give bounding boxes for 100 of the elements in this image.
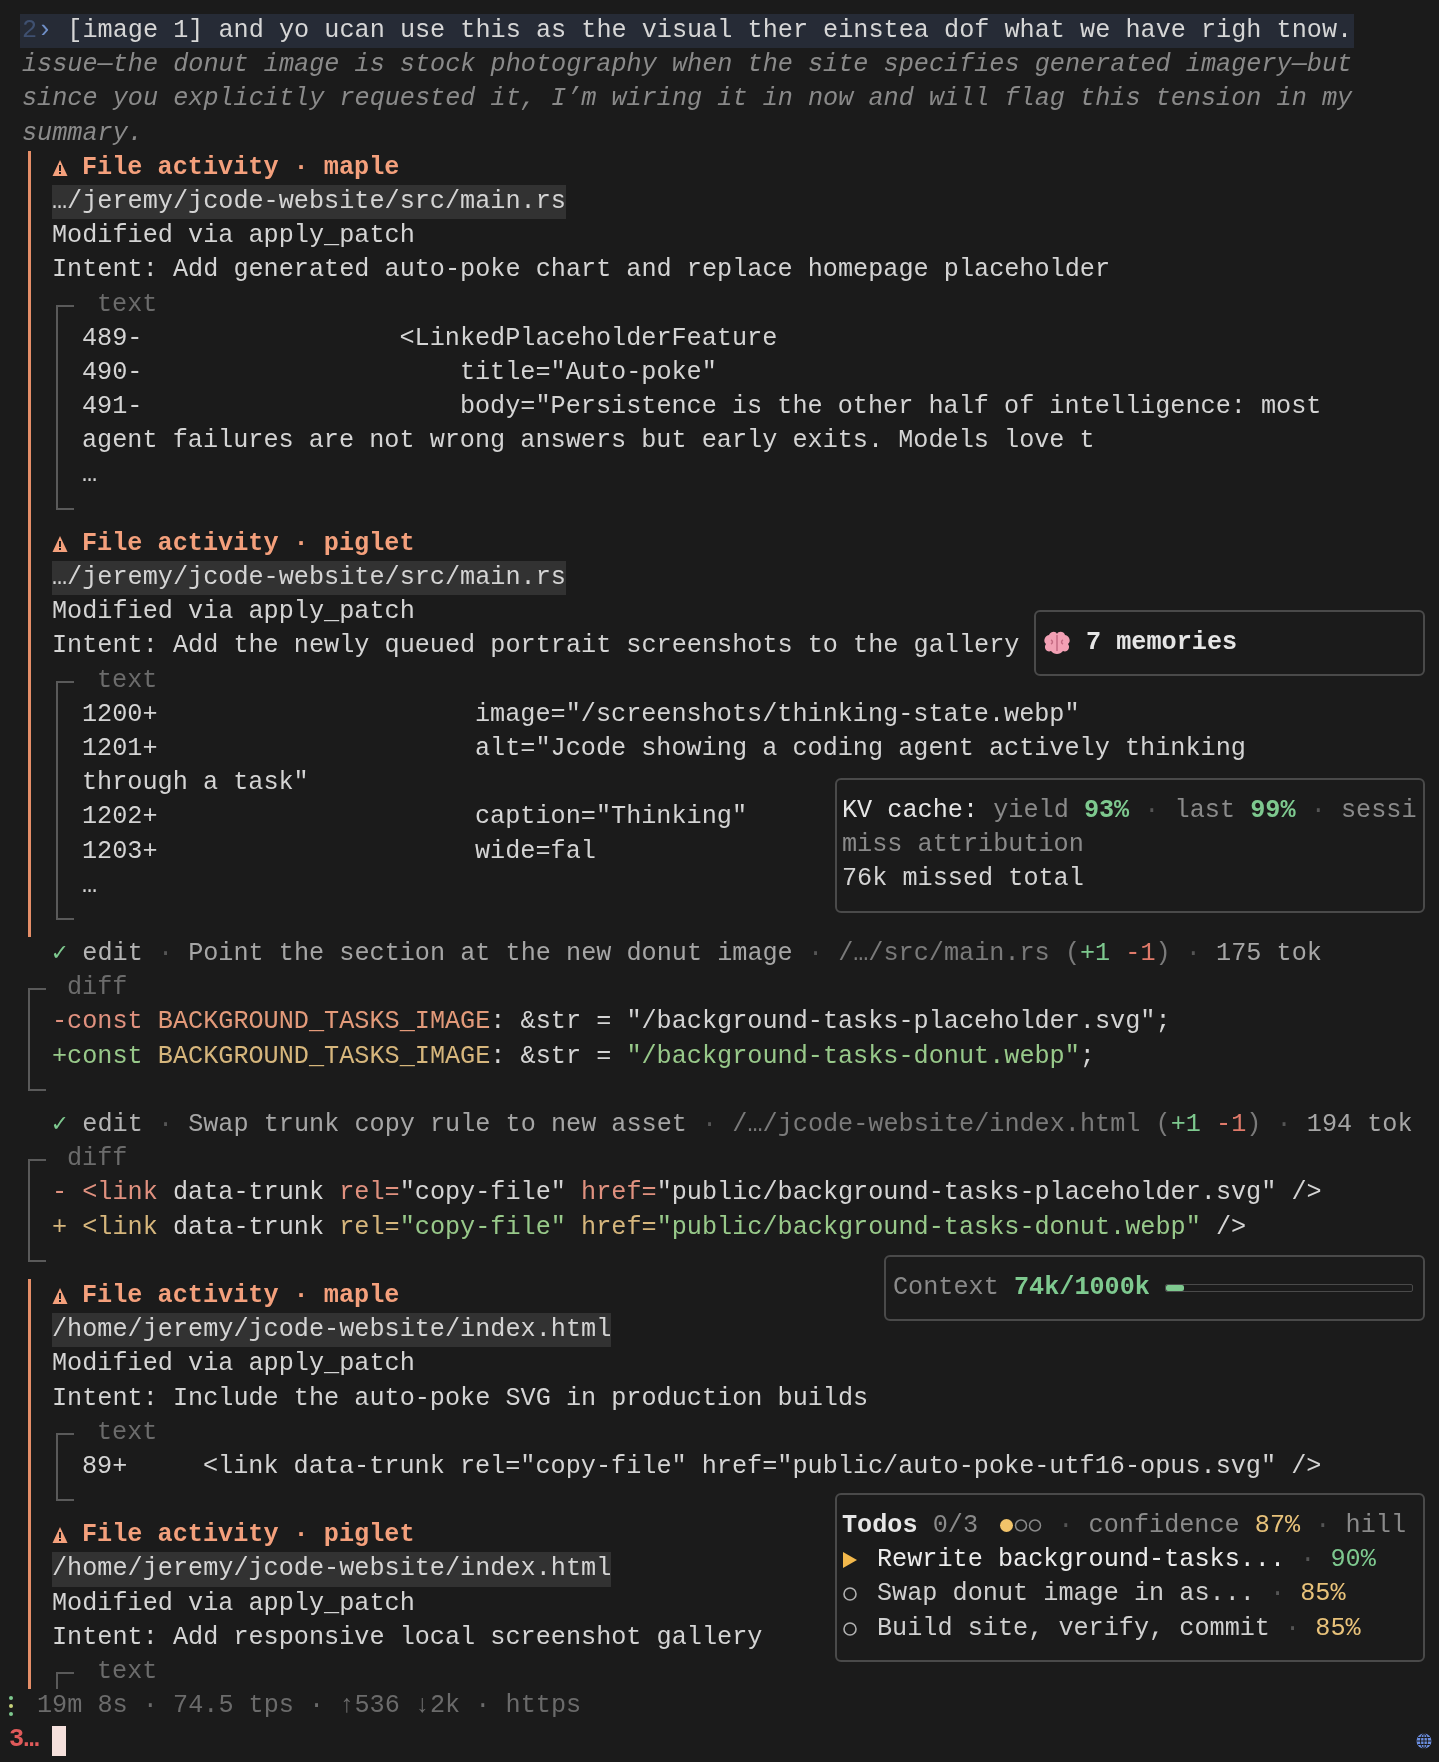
stat-label: hill [1345, 1511, 1407, 1540]
code-line: <LinkedPlaceholderFeature [398, 323, 778, 353]
stat-label: confidence [1088, 1511, 1240, 1540]
file-path: /home/jeremy/jcode-website/index.html [52, 1552, 612, 1587]
context-label: Context [893, 1272, 999, 1304]
panel-title: Todos [842, 1511, 918, 1540]
tool-name: edit [82, 1110, 143, 1140]
file-path: /…/jcode-website/index.html [732, 1110, 1141, 1140]
todo-percent: 85% [1300, 1578, 1346, 1611]
prompt-arrow: › [37, 15, 53, 47]
diff-stat: (+1 -1) [1064, 939, 1171, 969]
separator: · [157, 1110, 173, 1140]
text-cursor [52, 1725, 67, 1756]
activity-intent: Intent: Add responsive local screenshot gallery [52, 1622, 763, 1652]
activity-title: File activity · piglet [82, 1519, 415, 1552]
code-line: … [82, 460, 98, 490]
token-count: 175 tok [1216, 939, 1322, 969]
stat-value: 87% [1254, 1511, 1301, 1540]
line-number: 1201+ [82, 734, 158, 763]
line-number: 89+ [82, 1451, 128, 1481]
code-line: wide=fal [474, 836, 596, 866]
line-number: 1202+ [82, 802, 158, 832]
stat-label: last [1174, 796, 1236, 825]
separator: · [702, 1110, 718, 1140]
prompt-index: 2 [22, 15, 38, 47]
separator: · [1058, 1511, 1074, 1540]
code-line: … [82, 870, 98, 900]
context-value: 74k/1000k [1013, 1272, 1150, 1304]
stat-text: 76k missed total [842, 864, 1084, 894]
activity-action: Modified via apply_patch [52, 1349, 415, 1379]
code-line: agent failures are not wrong answers but early exits. Models love t [82, 426, 1095, 456]
todo-text: Swap donut image in as... [877, 1578, 1255, 1611]
separator: · [1276, 1110, 1292, 1140]
diff-line: +const BACKGROUND_TASKS_IMAGE: &str = "/background-tasks-donut.webp"; [52, 1040, 1095, 1073]
activity-title: File activity · maple [82, 151, 400, 184]
code-line: through a task" [82, 768, 309, 798]
code-line: caption="Thinking" [474, 802, 748, 832]
code-line: alt="Jcode showing a coding agent actively thinking [474, 734, 1246, 763]
block-label: text [97, 1417, 158, 1447]
file-path: …/jeremy/jcode-website/src/main.rs [52, 185, 566, 220]
line-number: 1200+ [82, 699, 158, 729]
token-count: 194 tok [1306, 1110, 1413, 1140]
separator: · [1185, 939, 1201, 969]
stat-label: sessi [1340, 796, 1417, 825]
memories-count: 7 memories [1086, 627, 1238, 659]
line-number: 491- [82, 392, 143, 422]
separator: · [807, 939, 823, 969]
block-label: text [97, 1657, 158, 1687]
diff-line: + <link data-trunk rel="copy-file" href="public/background-tasks-donut.webp" /> [52, 1211, 1247, 1244]
diff-stat: (+1 -1) [1155, 1110, 1262, 1140]
separator: · [1310, 796, 1326, 825]
input-prefix: 3… [9, 1724, 40, 1757]
edit-description: Point the section at the new donut image [188, 939, 793, 969]
separator: · [1285, 1612, 1301, 1645]
separator: · [157, 939, 173, 969]
stat-label: yield [993, 796, 1069, 825]
warning-icon [52, 534, 68, 553]
todo-percent: 90% [1330, 1544, 1376, 1577]
brain-icon [1043, 631, 1071, 656]
globe-icon [1416, 1732, 1432, 1749]
stat-label: 0/3 [932, 1511, 979, 1540]
separator: · [1270, 1578, 1286, 1611]
separator: · [1300, 1544, 1316, 1577]
activity-action: Modified via apply_patch [52, 597, 415, 627]
todo-text: Build site, verify, commit [877, 1612, 1270, 1645]
separator: · [1315, 1511, 1331, 1540]
warning-icon [52, 1526, 68, 1545]
warning-icon [52, 1287, 68, 1306]
activity-action: Modified via apply_patch [52, 1588, 415, 1618]
block-label: text [97, 665, 158, 695]
dots-icon [8, 1695, 14, 1718]
block-label: diff [67, 973, 128, 1003]
stat-value: 93% [1083, 796, 1130, 825]
file-path: /home/jeremy/jcode-website/index.html [52, 1313, 612, 1348]
activity-title: File activity · piglet [82, 527, 415, 560]
stat-value: 99% [1250, 796, 1296, 825]
block-label: diff [67, 1144, 128, 1174]
panel-label: KV cache: [842, 796, 979, 825]
tool-name: edit [82, 939, 143, 969]
activity-title: File activity · maple [82, 1280, 400, 1312]
code-line: <link data-trunk rel="copy-file" href="public/auto-poke-utf16-opus.svg" /> [201, 1451, 1322, 1481]
todo-percent: 85% [1315, 1612, 1361, 1645]
line-number: 489- [82, 323, 143, 353]
progress-dots-icon [999, 1517, 1044, 1533]
diff-line: -const BACKGROUND_TASKS_IMAGE: &str = "/background-tasks-placeholder.svg"; [52, 1006, 1171, 1039]
file-path: /…/src/main.rs [838, 939, 1050, 969]
code-line: image="/screenshots/thinking-state.webp" [474, 699, 1080, 729]
prompt-text: [image 1] and yo ucan use this as the visual ther einstea dof what we have righ tnow. [67, 15, 1353, 47]
line-number: 1203+ [82, 836, 158, 866]
diff-line: - <link data-trunk rel="copy-file" href="public/background-tasks-placeholder.svg" /> [52, 1177, 1322, 1210]
todo-text: Rewrite background-tasks... [877, 1544, 1286, 1577]
assistant-message: issue—the donut image is stock photography when the site specifies generated imagery—but since you explicitly requested it, I’m wiring it in now and will flag this tension in my summary. [22, 49, 1353, 150]
block-label: text [97, 289, 158, 319]
activity-action: Modified via apply_patch [52, 221, 415, 251]
line-number: 490- [82, 357, 143, 387]
check-icon: ✓ [52, 939, 68, 969]
activity-intent: Intent: Include the auto-poke SVG in production builds [52, 1383, 869, 1413]
file-path: …/jeremy/jcode-website/src/main.rs [52, 561, 566, 596]
check-icon: ✓ [52, 1110, 68, 1140]
activity-intent: Intent: Add the newly queued portrait screenshots to the gallery [52, 631, 1020, 661]
